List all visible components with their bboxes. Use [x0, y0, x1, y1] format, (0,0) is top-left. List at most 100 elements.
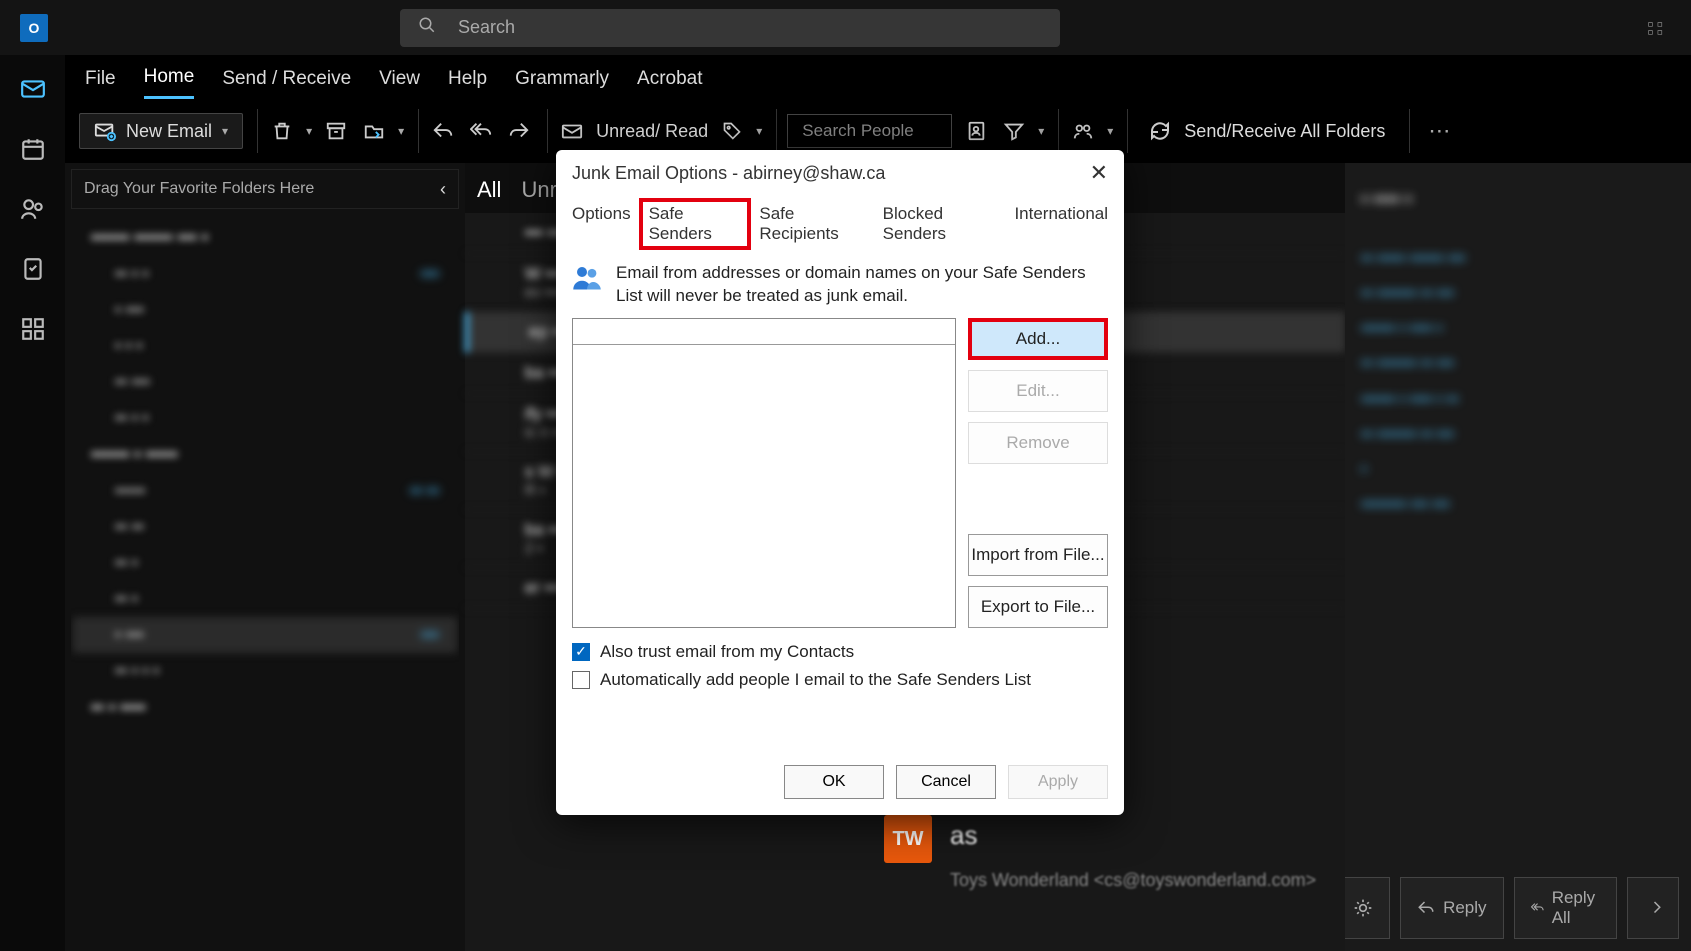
tag-icon[interactable]	[718, 117, 746, 145]
add-button[interactable]: Add...	[968, 318, 1108, 360]
send-receive-all-button[interactable]: Send/Receive All Folders	[1138, 113, 1395, 149]
tab-home[interactable]: Home	[144, 66, 195, 99]
dialog-checkboxes: ✓ Also trust email from my Contacts Auto…	[572, 642, 1108, 690]
dialog-tab-safe-recipients[interactable]: Safe Recipients	[751, 198, 874, 250]
ribbon-tabs: File Home Send / Receive View Help Gramm…	[65, 55, 1691, 100]
search-people-input[interactable]: Search People	[787, 114, 952, 148]
ok-button[interactable]: OK	[784, 765, 884, 799]
folder-account-header[interactable]: ▪▪ ▪ ▪▪▪▪	[73, 689, 457, 726]
dialog-tab-blocked-senders[interactable]: Blocked Senders	[875, 198, 1007, 250]
global-search-input[interactable]: Search	[400, 9, 1060, 47]
chevron-down-icon[interactable]: ▾	[756, 124, 762, 138]
forward-icon[interactable]	[505, 117, 533, 145]
trust-contacts-label: Also trust email from my Contacts	[600, 642, 854, 662]
tab-view[interactable]: View	[379, 68, 420, 98]
dialog-description: Email from addresses or domain names on …	[616, 262, 1108, 308]
new-email-button[interactable]: New Email ▾	[79, 113, 243, 149]
reading-pane: ▪ ▪▪▪▪ ▪ ▪▪ ▪▪▪▪▪ ▪▪▪▪▪▪ ▪▪▪ ▪▪ ▪▪▪▪▪▪▪ …	[1345, 163, 1691, 951]
folder-account-header[interactable]: ▪▪▪▪▪▪ ▪▪▪▪▪▪ ▪▪▪ ▪	[73, 219, 457, 256]
reply-all-icon	[1531, 899, 1544, 917]
import-from-file-button[interactable]: Import from File...	[968, 534, 1108, 576]
delete-icon[interactable]	[268, 117, 296, 145]
checkbox-icon	[572, 671, 590, 689]
tasks-icon[interactable]	[17, 253, 49, 285]
reply-all-icon[interactable]	[467, 117, 495, 145]
send-receive-all-label: Send/Receive All Folders	[1184, 121, 1385, 142]
sender-avatar: TW	[884, 815, 932, 863]
folder-item[interactable]: ▪ ▪▪▪▪▪▪	[73, 617, 457, 653]
mail-icon[interactable]	[17, 73, 49, 105]
reply-button[interactable]: Reply	[1400, 877, 1503, 939]
move-icon[interactable]	[360, 117, 388, 145]
calendar-icon[interactable]	[17, 133, 49, 165]
favorites-drop-zone[interactable]: Drag Your Favorite Folders Here ‹	[71, 169, 459, 209]
reply-all-label: Reply All	[1552, 888, 1600, 928]
unread-read-label[interactable]: Unread/ Read	[596, 121, 708, 142]
folder-item[interactable]: ▪ ▪ ▪	[73, 328, 457, 364]
folder-account-header[interactable]: ▪▪▪▪▪▪ ▪ ▪▪▪▪▪	[73, 436, 457, 473]
dialog-tab-options[interactable]: Options	[564, 198, 639, 250]
filter-tab-all[interactable]: All	[477, 177, 501, 213]
chevron-down-icon[interactable]: ▾	[1038, 124, 1044, 138]
cancel-button[interactable]: Cancel	[896, 765, 996, 799]
sync-icon	[1148, 119, 1172, 143]
envelope-icon	[558, 117, 586, 145]
tab-grammarly[interactable]: Grammarly	[515, 68, 609, 98]
folder-item[interactable]: ▪▪ ▪ ▪▪▪▪	[73, 256, 457, 292]
chevron-left-icon[interactable]: ‹	[440, 179, 446, 200]
folder-item[interactable]: ▪ ▪▪▪	[73, 292, 457, 328]
dialog-tab-international[interactable]: International	[1006, 198, 1116, 250]
chevron-down-icon[interactable]: ▾	[398, 124, 404, 138]
reply-label: Reply	[1443, 898, 1486, 918]
reading-pane-actions: Reply Reply All	[1345, 877, 1679, 939]
apps-icon[interactable]	[17, 313, 49, 345]
auto-add-checkbox[interactable]: Automatically add people I email to the …	[572, 670, 1108, 690]
safe-senders-list-row: Add... Edit... Remove Import from File..…	[572, 318, 1108, 628]
folder-item[interactable]: ▪▪ ▪	[73, 581, 457, 617]
folder-item[interactable]: ▪▪ ▪ ▪	[73, 400, 457, 436]
filter-icon[interactable]	[1000, 117, 1028, 145]
message-subject: as	[950, 820, 977, 851]
folder-item[interactable]: ▪▪▪▪▪▪▪ ▪▪	[73, 473, 457, 509]
folder-item[interactable]: ▪▪ ▪▪▪	[73, 364, 457, 400]
close-icon[interactable]: ✕	[1090, 160, 1108, 186]
tab-acrobat[interactable]: Acrobat	[637, 68, 702, 98]
sender-address: Toys Wonderland <cs@toyswonderland.com>	[950, 870, 1316, 891]
dialog-tab-safe-senders[interactable]: Safe Senders	[639, 198, 752, 250]
tab-send-receive[interactable]: Send / Receive	[222, 68, 351, 98]
folder-tree[interactable]: ▪▪▪▪▪▪ ▪▪▪▪▪▪ ▪▪▪ ▪ ▪▪ ▪ ▪▪▪▪ ▪ ▪▪▪ ▪ ▪ …	[71, 209, 459, 945]
forward-button[interactable]	[1627, 877, 1679, 939]
dialog-body: Email from addresses or domain names on …	[556, 250, 1124, 755]
people-icon	[572, 262, 602, 292]
safe-senders-entry-input[interactable]	[573, 319, 955, 345]
more-commands-icon[interactable]: ⋯	[1428, 118, 1450, 144]
remove-button: Remove	[968, 422, 1108, 464]
title-bar: O Search ▫▫▫▫	[0, 0, 1691, 55]
tab-file[interactable]: File	[85, 68, 116, 98]
reply-icon[interactable]	[429, 117, 457, 145]
people-icon[interactable]	[17, 193, 49, 225]
folder-item[interactable]: ▪▪ ▪	[73, 545, 457, 581]
dialog-title: Junk Email Options - abirney@shaw.ca	[572, 163, 885, 184]
forward-icon	[1644, 899, 1662, 917]
folder-item[interactable]: ▪▪ ▪ ▪ ▪	[73, 653, 457, 689]
chevron-down-icon[interactable]: ▾	[222, 124, 228, 138]
brightness-button[interactable]	[1345, 877, 1390, 939]
chevron-down-icon[interactable]: ▾	[1107, 124, 1113, 138]
folder-item[interactable]: ▪▪ ▪▪	[73, 509, 457, 545]
junk-email-options-dialog: Junk Email Options - abirney@shaw.ca ✕ O…	[556, 150, 1124, 815]
checkbox-icon: ✓	[572, 643, 590, 661]
dialog-footer: OK Cancel Apply	[556, 755, 1124, 815]
chevron-down-icon[interactable]: ▾	[306, 124, 312, 138]
groups-icon[interactable]	[1069, 117, 1097, 145]
reply-all-button[interactable]: Reply All	[1514, 877, 1617, 939]
ribbon: File Home Send / Receive View Help Gramm…	[65, 55, 1691, 162]
address-book-icon[interactable]	[962, 117, 990, 145]
trust-contacts-checkbox[interactable]: ✓ Also trust email from my Contacts	[572, 642, 1108, 662]
dialog-titlebar: Junk Email Options - abirney@shaw.ca ✕	[556, 150, 1124, 194]
new-email-label: New Email	[126, 121, 212, 142]
safe-senders-listbox[interactable]	[572, 318, 956, 628]
export-to-file-button[interactable]: Export to File...	[968, 586, 1108, 628]
tab-help[interactable]: Help	[448, 68, 487, 98]
archive-icon[interactable]	[322, 117, 350, 145]
